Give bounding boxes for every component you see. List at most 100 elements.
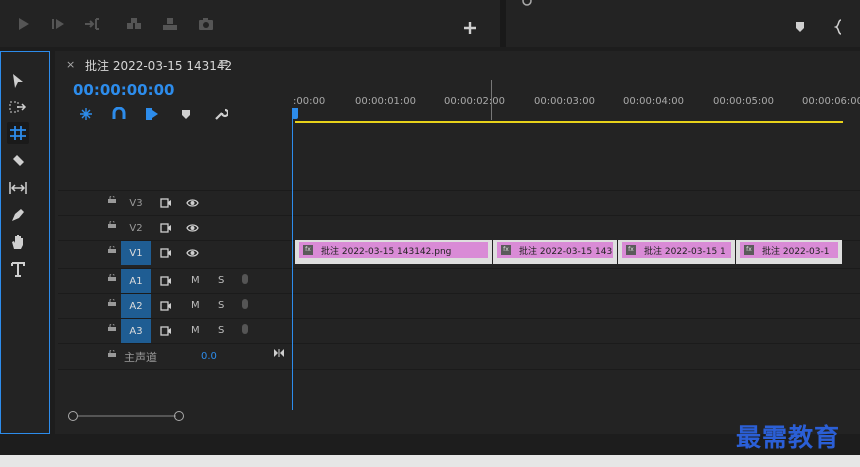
track-header-master: 主声道 0.0 — [58, 345, 292, 369]
lock-icon[interactable] — [108, 221, 116, 228]
solo-button[interactable]: S — [218, 325, 224, 336]
sync-lock-icon[interactable] — [160, 198, 172, 208]
sync-lock-icon[interactable] — [160, 248, 172, 258]
go-to-end-icon[interactable] — [273, 348, 285, 358]
overwrite-icon[interactable] — [162, 17, 178, 31]
time-ruler[interactable]: :00:00 00:00:01:00 00:00:02:00 00:00:03:… — [293, 96, 860, 110]
lock-icon[interactable] — [108, 299, 116, 306]
sequence-tab-title[interactable]: 批注 2022-03-15 143142 — [85, 57, 232, 74]
footer-strip — [0, 455, 860, 467]
pen-tool-icon[interactable] — [7, 204, 29, 226]
track-name[interactable]: A1 — [121, 269, 151, 293]
ripple-edit-tool-icon[interactable] — [7, 122, 29, 144]
scroll-track[interactable] — [78, 415, 176, 417]
slip-tool-icon[interactable] — [7, 177, 29, 199]
track-name[interactable]: V1 — [121, 241, 151, 265]
fx-badge-icon: fx — [501, 245, 511, 255]
insert-icon[interactable] — [126, 17, 142, 31]
sync-lock-icon[interactable] — [160, 326, 172, 336]
nest-sequence-icon[interactable] — [79, 107, 93, 121]
track-name[interactable]: V2 — [121, 216, 151, 240]
playhead-handle[interactable] — [292, 108, 298, 119]
selection-tool-icon[interactable] — [7, 70, 29, 92]
master-volume-value[interactable]: 0.0 — [201, 351, 217, 362]
scroll-right-handle[interactable] — [174, 411, 184, 421]
scroll-knob-icon[interactable] — [521, 0, 533, 7]
marker-icon[interactable] — [794, 21, 806, 33]
lock-icon[interactable] — [108, 196, 116, 203]
play-icon[interactable] — [16, 17, 32, 31]
lock-icon[interactable] — [108, 274, 116, 281]
mute-button[interactable]: M — [191, 325, 200, 336]
work-area-bar[interactable] — [295, 121, 843, 123]
microphone-icon[interactable] — [242, 274, 248, 284]
track-name[interactable]: A2 — [121, 294, 151, 318]
divider — [58, 369, 860, 370]
step-forward-icon[interactable] — [50, 17, 66, 31]
add-button-icon[interactable] — [462, 21, 478, 35]
track-header-v1: V1 — [58, 241, 292, 265]
program-monitor-controls — [0, 0, 500, 47]
hand-tool-icon[interactable] — [7, 231, 29, 253]
sync-lock-icon[interactable] — [160, 223, 172, 233]
fx-badge-icon: fx — [303, 245, 313, 255]
scroll-left-handle[interactable] — [68, 411, 78, 421]
sync-lock-icon[interactable] — [160, 276, 172, 286]
timecode-display[interactable]: 00:00:00:00 — [73, 81, 175, 99]
close-tab-button[interactable]: × — [66, 58, 75, 71]
track-header-a2: A2 M S — [58, 294, 292, 318]
wrench-icon[interactable] — [214, 107, 228, 121]
sync-lock-icon[interactable] — [160, 301, 172, 311]
ruler-label: 00:00:01:00 — [355, 96, 417, 107]
track-header-v2: V2 — [58, 216, 292, 240]
fx-badge-icon: fx — [626, 245, 636, 255]
clip-label: 批注 2022-03-15 1 — [644, 246, 726, 257]
master-track-name: 主声道 — [124, 351, 157, 364]
eye-icon[interactable] — [186, 198, 199, 208]
playhead-line[interactable] — [292, 110, 293, 410]
zoom-scrollbar[interactable] — [68, 411, 186, 421]
source-monitor-controls — [506, 0, 860, 47]
ruler-label: 00:00:06:00 — [802, 96, 860, 107]
razor-tool-icon[interactable] — [7, 150, 29, 172]
lock-icon[interactable] — [108, 246, 116, 253]
add-marker-icon[interactable] — [181, 109, 191, 120]
clip[interactable]: fx 批注 2022-03-1 — [736, 240, 842, 264]
go-to-out-icon[interactable] — [84, 17, 100, 31]
track-header-a1: A1 M S — [58, 269, 292, 293]
mute-button[interactable]: M — [191, 300, 200, 311]
ruler-label: 00:00:05:00 — [713, 96, 775, 107]
track-select-tool-icon[interactable] — [7, 96, 29, 118]
snap-icon[interactable] — [112, 107, 126, 121]
solo-button[interactable]: S — [218, 275, 224, 286]
ruler-label: :00:00 — [293, 96, 326, 107]
lock-icon[interactable] — [108, 324, 116, 331]
clip-label: 批注 2022-03-15 143142.png — [321, 246, 452, 257]
tools-panel — [0, 51, 50, 434]
track-name[interactable]: A3 — [121, 319, 151, 343]
ruler-tick — [491, 80, 492, 120]
solo-button[interactable]: S — [218, 300, 224, 311]
microphone-icon[interactable] — [242, 324, 248, 334]
ruler-label: 00:00:03:00 — [534, 96, 596, 107]
eye-icon[interactable] — [186, 248, 199, 258]
brace-icon[interactable] — [834, 19, 844, 35]
ruler-label: 00:00:02:00 — [444, 96, 506, 107]
mute-button[interactable]: M — [191, 275, 200, 286]
type-tool-icon[interactable] — [7, 258, 29, 280]
watermark-logo: 最需教育 — [736, 423, 841, 452]
export-frame-icon[interactable] — [198, 17, 214, 31]
eye-icon[interactable] — [186, 223, 199, 233]
clip[interactable]: fx 批注 2022-03-15 143142.png — [295, 240, 492, 264]
ruler-label: 00:00:04:00 — [623, 96, 685, 107]
clip[interactable]: fx 批注 2022-03-15 143 — [493, 240, 617, 264]
clip[interactable]: fx 批注 2022-03-15 1 — [618, 240, 735, 264]
clip-label: 批注 2022-03-15 143 — [519, 246, 613, 257]
track-name[interactable]: V3 — [121, 191, 151, 215]
panel-menu-icon[interactable]: ≡ — [218, 56, 229, 71]
lock-icon[interactable] — [108, 350, 116, 357]
track-header-v3: V3 — [58, 191, 292, 215]
linked-selection-icon[interactable] — [145, 107, 159, 121]
microphone-icon[interactable] — [242, 299, 248, 309]
fx-badge-icon: fx — [744, 245, 754, 255]
